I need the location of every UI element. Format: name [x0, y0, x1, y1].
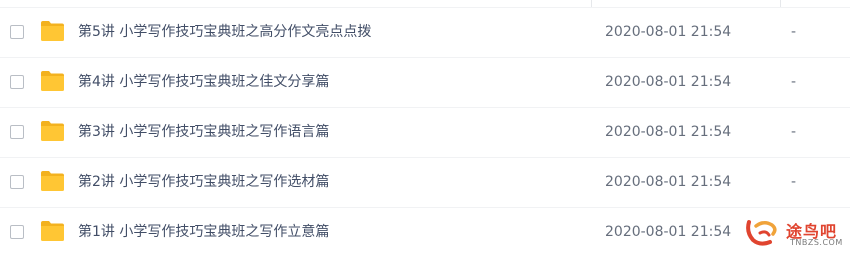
file-row[interactable]: 第4讲 小学写作技巧宝典班之佳文分享篇 2020-08-01 21:54 -: [0, 58, 850, 108]
file-row[interactable]: 第3讲 小学写作技巧宝典班之写作语言篇 2020-08-01 21:54 -: [0, 108, 850, 158]
file-row[interactable]: 第2讲 小学写作技巧宝典班之写作选材篇 2020-08-01 21:54 -: [0, 158, 850, 208]
column-separator: [780, 0, 781, 7]
file-name[interactable]: 第1讲 小学写作技巧宝典班之写作立意篇: [78, 223, 329, 241]
file-size: -: [791, 174, 797, 190]
file-name[interactable]: 第2讲 小学写作技巧宝典班之写作选材篇: [78, 173, 329, 191]
file-list: 第5讲 小学写作技巧宝典班之高分作文亮点点拨 2020-08-01 21:54 …: [0, 0, 850, 253]
checkbox-icon[interactable]: [10, 25, 24, 39]
checkbox-icon[interactable]: [10, 175, 24, 189]
file-size: -: [791, 24, 797, 40]
file-row[interactable]: 第1讲 小学写作技巧宝典班之写作立意篇 2020-08-01 21:54: [0, 208, 850, 253]
file-row[interactable]: 第5讲 小学写作技巧宝典班之高分作文亮点点拨 2020-08-01 21:54 …: [0, 8, 850, 58]
file-name[interactable]: 第3讲 小学写作技巧宝典班之写作语言篇: [78, 123, 329, 141]
file-modified-date: 2020-08-01 21:54: [605, 24, 732, 40]
file-name[interactable]: 第4讲 小学写作技巧宝典班之佳文分享篇: [78, 73, 329, 91]
file-name[interactable]: 第5讲 小学写作技巧宝典班之高分作文亮点点拨: [78, 23, 371, 41]
checkbox-icon[interactable]: [10, 125, 24, 139]
file-size: -: [791, 124, 797, 140]
site-watermark: 途鸟吧 TNBZS.COM: [744, 214, 848, 253]
watermark-subtitle: TNBZS.COM: [790, 238, 843, 247]
checkbox-icon[interactable]: [10, 225, 24, 239]
folder-icon: [41, 71, 64, 91]
file-modified-date: 2020-08-01 21:54: [605, 124, 732, 140]
checkbox-icon[interactable]: [10, 75, 24, 89]
file-modified-date: 2020-08-01 21:54: [605, 74, 732, 90]
file-modified-date: 2020-08-01 21:54: [605, 174, 732, 190]
file-modified-date: 2020-08-01 21:54: [605, 224, 732, 240]
tnbzs-logo-icon: [746, 220, 777, 246]
column-separator: [591, 0, 592, 7]
folder-icon: [41, 171, 64, 191]
folder-icon: [41, 221, 64, 241]
folder-icon: [41, 121, 64, 141]
folder-icon: [41, 21, 64, 41]
file-size: -: [791, 74, 797, 90]
